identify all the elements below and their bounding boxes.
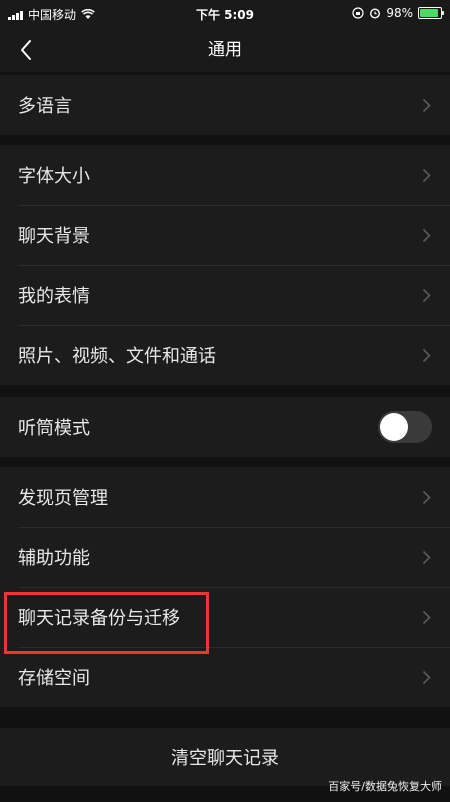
chevron-right-icon xyxy=(420,347,432,363)
setting-row-storage[interactable]: 存储空间 xyxy=(0,647,450,707)
earpiece-mode-toggle[interactable] xyxy=(378,411,432,443)
page-title: 通用 xyxy=(208,40,242,60)
setting-label: 聊天背景 xyxy=(18,226,90,247)
setting-label: 发现页管理 xyxy=(18,488,108,509)
setting-row-earpiece-mode: 听筒模式 xyxy=(0,397,450,457)
setting-row-discover-management[interactable]: 发现页管理 xyxy=(0,467,450,527)
chevron-left-icon xyxy=(21,40,31,60)
chevron-right-icon xyxy=(420,669,432,685)
setting-label: 听筒模式 xyxy=(18,418,90,439)
settings-group-display: 字体大小 聊天背景 我的表情 照片、视频、文件和通话 xyxy=(0,145,450,385)
setting-label: 辅助功能 xyxy=(18,548,90,569)
settings-group-earpiece: 听筒模式 xyxy=(0,397,450,457)
battery-fill xyxy=(420,9,438,17)
setting-row-my-stickers[interactable]: 我的表情 xyxy=(0,265,450,325)
setting-label: 聊天记录备份与迁移 xyxy=(18,608,180,629)
toggle-knob xyxy=(380,413,408,441)
setting-row-language[interactable]: 多语言 xyxy=(0,75,450,135)
chevron-right-icon xyxy=(420,287,432,303)
setting-label: 存储空间 xyxy=(18,668,90,689)
chevron-right-icon xyxy=(420,167,432,183)
back-button[interactable] xyxy=(10,34,42,66)
chevron-right-icon xyxy=(420,549,432,565)
setting-row-media-files-calls[interactable]: 照片、视频、文件和通话 xyxy=(0,325,450,385)
chevron-right-icon xyxy=(420,609,432,625)
alarm-icon xyxy=(370,8,381,19)
battery-percent: 98% xyxy=(386,6,413,20)
setting-row-chat-background[interactable]: 聊天背景 xyxy=(0,205,450,265)
settings-group-misc: 发现页管理 辅助功能 聊天记录备份与迁移 存储空间 xyxy=(0,467,450,707)
setting-row-chat-backup-migration[interactable]: 聊天记录备份与迁移 xyxy=(0,587,450,647)
settings-group-language: 多语言 xyxy=(0,75,450,135)
status-right: 98% xyxy=(352,6,444,20)
chevron-right-icon xyxy=(420,489,432,505)
watermark: 百家号/数据兔恢复大师 xyxy=(328,780,442,793)
chevron-right-icon xyxy=(420,97,432,113)
chevron-right-icon xyxy=(420,227,432,243)
setting-label: 照片、视频、文件和通话 xyxy=(18,346,216,367)
orientation-lock-icon xyxy=(352,7,364,19)
status-bar: 中国移动 下午 5:09 98% xyxy=(0,0,450,28)
setting-label: 我的表情 xyxy=(18,286,90,307)
setting-label: 字体大小 xyxy=(18,166,90,187)
battery-icon xyxy=(418,7,444,19)
setting-row-font-size[interactable]: 字体大小 xyxy=(0,145,450,205)
navigation-bar: 通用 xyxy=(0,28,450,72)
setting-row-accessibility[interactable]: 辅助功能 xyxy=(0,527,450,587)
setting-label: 多语言 xyxy=(18,96,72,117)
